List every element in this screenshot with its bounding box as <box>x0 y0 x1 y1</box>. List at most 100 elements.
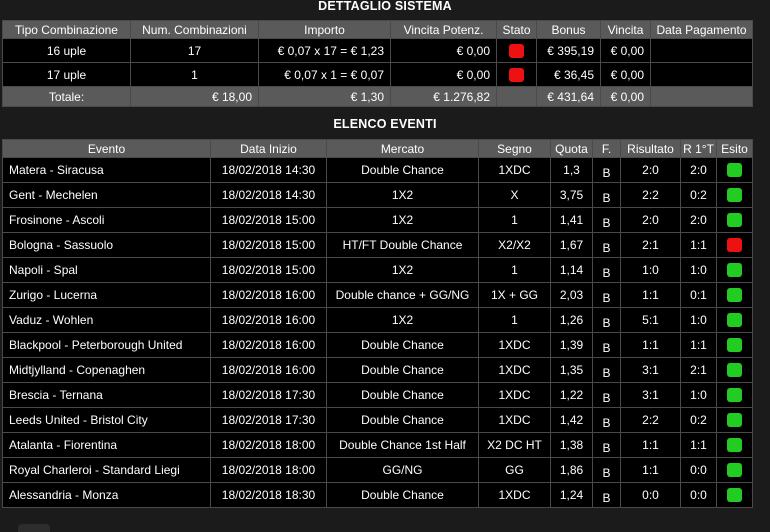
evento-cell: Midtjylland - Copenaghen <box>2 357 211 383</box>
esito-win-icon <box>727 163 742 178</box>
quota-cell: 1,39 <box>550 332 593 358</box>
data-pagamento-cell <box>650 38 753 63</box>
data-inizio-cell: 18/02/2018 18:00 <box>210 457 327 483</box>
mercato-cell: GG/NG <box>326 457 479 483</box>
segno-cell: 1XDC <box>478 407 551 433</box>
data-pagamento-cell <box>650 62 753 87</box>
evento-cell: Vaduz - Wohlen <box>2 307 211 333</box>
f-value: B <box>602 266 611 280</box>
bonus-cell: € 395,19 <box>536 38 601 63</box>
quota-cell: 1,24 <box>550 482 593 508</box>
esito-cell <box>716 257 753 283</box>
esito-win-icon <box>727 363 742 378</box>
num-combinazioni-cell: 1 <box>130 62 259 87</box>
f-value: B <box>602 441 611 455</box>
data-inizio-cell: 18/02/2018 15:00 <box>210 232 327 258</box>
event-row[interactable]: Vaduz - Wohlen 18/02/2018 16:00 1X2 1 1,26 B 5… <box>2 307 753 333</box>
mercato-cell: 1X2 <box>326 207 479 233</box>
quota-cell: 1,14 <box>550 257 593 283</box>
f-value: B <box>602 291 611 305</box>
system-section-title: DETTAGLIO SISTEMA <box>318 0 452 13</box>
f-cell: B <box>592 407 621 433</box>
esito-win-icon <box>727 188 742 203</box>
col-tipo-combinazione: Tipo Combinazione <box>2 20 131 39</box>
evento-cell: Matera - Siracusa <box>2 157 211 183</box>
quota-cell: 1,41 <box>550 207 593 233</box>
col-data-inizio: Data Inizio <box>210 139 327 158</box>
system-row: 16 uple 17 € 0,07 x 17 = € 1,23 € 0,00 € 395… <box>2 38 753 63</box>
f-value: B <box>602 366 611 380</box>
quota-cell: 1,35 <box>550 357 593 383</box>
event-row[interactable]: Atalanta - Fiorentina 18/02/2018 18:00 Dou… <box>2 432 753 458</box>
esito-cell <box>716 282 753 308</box>
total-importo: € 1,30 <box>258 86 391 107</box>
event-row[interactable]: Gent - Mechelen 18/02/2018 14:30 1X2 X 3,75 B… <box>2 182 753 208</box>
system-header-row: Tipo Combinazione Num. Combinazioni Impo… <box>2 20 753 39</box>
segno-cell: X <box>478 182 551 208</box>
r1t-cell: 1:0 <box>680 307 717 333</box>
f-value: B <box>602 491 611 505</box>
total-stato <box>496 86 537 107</box>
f-value: B <box>602 241 611 255</box>
esito-lose-icon <box>727 238 742 253</box>
events-table: Evento Data Inizio Mercato Segno Quota F… <box>2 139 753 508</box>
col-data-pagamento: Data Pagamento <box>650 20 753 39</box>
data-inizio-cell: 18/02/2018 18:30 <box>210 482 327 508</box>
mercato-cell: HT/FT Double Chance <box>326 232 479 258</box>
f-value: B <box>602 166 611 180</box>
mercato-cell: Double Chance <box>326 357 479 383</box>
risultato-cell: 3:1 <box>620 357 681 383</box>
quota-cell: 1,67 <box>550 232 593 258</box>
total-label: Totale: <box>2 86 131 107</box>
data-inizio-cell: 18/02/2018 16:00 <box>210 307 327 333</box>
f-cell: B <box>592 182 621 208</box>
segno-cell: 1 <box>478 257 551 283</box>
data-inizio-cell: 18/02/2018 15:00 <box>210 207 327 233</box>
segno-cell: 1XDC <box>478 382 551 408</box>
event-row[interactable]: Matera - Siracusa 18/02/2018 14:30 Double … <box>2 157 753 183</box>
evento-cell: Bologna - Sassuolo <box>2 232 211 258</box>
segno-cell: 1XDC <box>478 332 551 358</box>
event-row[interactable]: Napoli - Spal 18/02/2018 15:00 1X2 1 1,14 B 1:… <box>2 257 753 283</box>
system-row: 17 uple 1 € 0,07 x 1 = € 0,07 € 0,00 € 36,45… <box>2 62 753 87</box>
col-mercato: Mercato <box>326 139 479 158</box>
system-total-row: Totale: € 18,00 € 1,30 € 1.276,82 € 431,64 € … <box>2 86 753 107</box>
event-row[interactable]: Royal Charleroi - Standard Liegi 18/02/20… <box>2 457 753 483</box>
f-cell: B <box>592 332 621 358</box>
quota-cell: 1,3 <box>550 157 593 183</box>
evento-cell: Zurigo - Lucerna <box>2 282 211 308</box>
num-combinazioni-cell: 17 <box>130 38 259 63</box>
esito-cell <box>716 207 753 233</box>
r1t-cell: 0:0 <box>680 482 717 508</box>
event-row[interactable]: Zurigo - Lucerna 18/02/2018 16:00 Double c… <box>2 282 753 308</box>
evento-cell: Atalanta - Fiorentina <box>2 432 211 458</box>
risultato-cell: 5:1 <box>620 307 681 333</box>
evento-cell: Gent - Mechelen <box>2 182 211 208</box>
event-row[interactable]: Alessandria - Monza 18/02/2018 18:30 Doubl… <box>2 482 753 508</box>
data-inizio-cell: 18/02/2018 16:00 <box>210 282 327 308</box>
col-bonus: Bonus <box>536 20 601 39</box>
importo-cell: € 0,07 x 1 = € 0,07 <box>258 62 391 87</box>
total-bonus: € 431,64 <box>536 86 601 107</box>
event-row[interactable]: Blackpool - Peterborough United 18/02/201… <box>2 332 753 358</box>
esito-cell <box>716 382 753 408</box>
col-vincita-potenz: Vincita Potenz. <box>390 20 497 39</box>
event-row[interactable]: Bologna - Sassuolo 18/02/2018 15:00 HT/FT … <box>2 232 753 258</box>
segno-cell: GG <box>478 457 551 483</box>
f-value: B <box>602 216 611 230</box>
r1t-cell: 2:0 <box>680 157 717 183</box>
esito-win-icon <box>727 338 742 353</box>
esito-cell <box>716 407 753 433</box>
segno-cell: 1XDC <box>478 482 551 508</box>
f-cell: B <box>592 457 621 483</box>
col-quota: Quota <box>550 139 593 158</box>
event-row[interactable]: Midtjylland - Copenaghen 18/02/2018 16:00… <box>2 357 753 383</box>
quota-cell: 3,75 <box>550 182 593 208</box>
event-row[interactable]: Frosinone - Ascoli 18/02/2018 15:00 1X2 1 1,… <box>2 207 753 233</box>
total-data-pagamento <box>650 86 753 107</box>
event-row[interactable]: Brescia - Ternana 18/02/2018 17:30 Double … <box>2 382 753 408</box>
vincita-cell: € 0,00 <box>600 62 651 87</box>
f-cell: B <box>592 382 621 408</box>
f-cell: B <box>592 482 621 508</box>
event-row[interactable]: Leeds United - Bristol City 18/02/2018 17… <box>2 407 753 433</box>
